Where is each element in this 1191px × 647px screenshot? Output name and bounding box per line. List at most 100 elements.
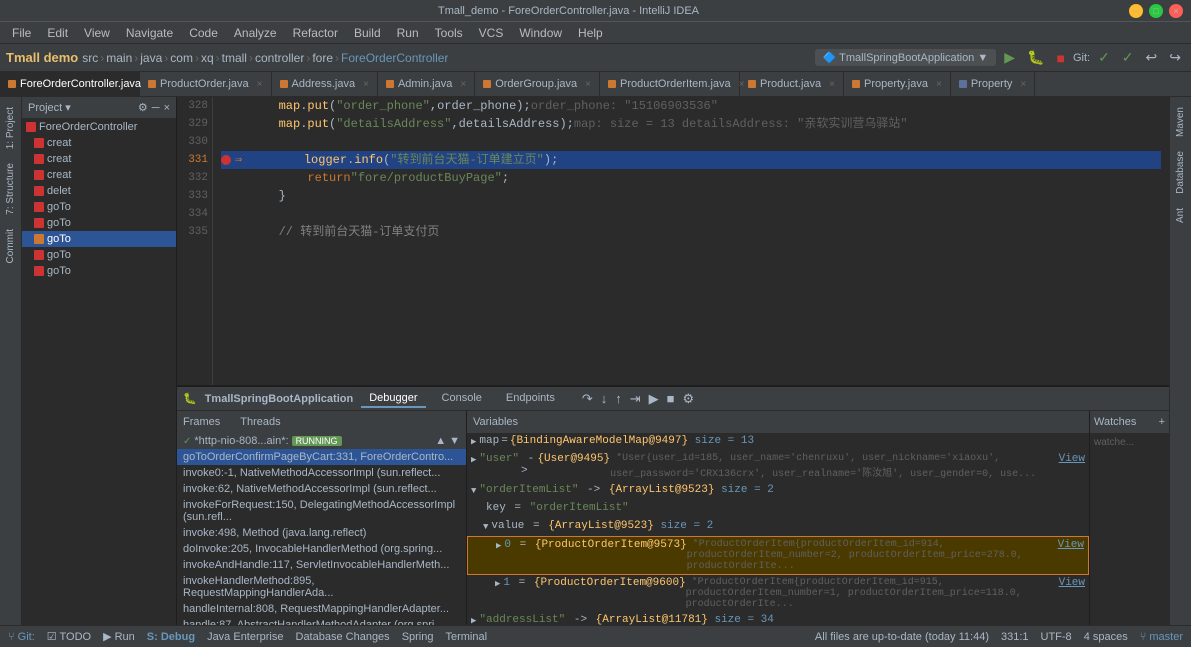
project-pin-icon[interactable]: ─	[152, 102, 160, 114]
menu-help[interactable]: Help	[570, 24, 611, 42]
bc-java[interactable]: java	[140, 51, 162, 65]
project-item-delete[interactable]: delet	[22, 183, 176, 199]
sidebar-database[interactable]: Database	[1173, 145, 1188, 200]
project-item-foreordercontroller[interactable]: ForeOrderController	[22, 119, 176, 135]
var-item1[interactable]: 1 = {ProductOrderItem@9600} *ProductOrde…	[467, 575, 1089, 612]
tab-close-addr[interactable]: ×	[363, 79, 369, 90]
var-tri-val[interactable]	[483, 522, 488, 532]
debug-run-button[interactable]: 🐛	[1023, 47, 1048, 68]
bc-xq[interactable]: xq	[201, 51, 214, 65]
project-item-goto4[interactable]: goTo	[22, 247, 176, 263]
status-debug-btn[interactable]: S: Debug	[147, 631, 195, 643]
debug-run-to-cursor[interactable]: ⇥	[627, 390, 644, 408]
bc-tmall[interactable]: tmall	[222, 51, 247, 65]
bc-com[interactable]: com	[170, 51, 193, 65]
sidebar-structure[interactable]: 7: Structure	[3, 157, 18, 221]
status-todo[interactable]: ☑ TODO	[47, 630, 91, 643]
maximize-button[interactable]: □	[1149, 4, 1163, 18]
sidebar-commit[interactable]: Commit	[3, 223, 18, 269]
tab-close-prod[interactable]: ×	[829, 79, 835, 90]
git-x[interactable]: ✓	[1118, 47, 1138, 68]
tab-productorderitem[interactable]: ProductOrderItem.java ×	[600, 72, 740, 96]
tab-admin[interactable]: Admin.java ×	[378, 72, 475, 96]
menu-view[interactable]: View	[76, 24, 118, 42]
debug-resume[interactable]: ▶	[646, 390, 662, 408]
tab-productorder[interactable]: ProductOrder.java ×	[140, 72, 272, 96]
frame-handle808[interactable]: handleInternal:808, RequestMappingHandle…	[177, 601, 466, 617]
status-db-changes[interactable]: Database Changes	[296, 631, 390, 643]
debug-step-into[interactable]: ↓	[598, 390, 611, 408]
frame-invoke895[interactable]: invokeHandlerMethod:895, RequestMappingH…	[177, 573, 466, 601]
tab-property2[interactable]: Property ×	[951, 72, 1035, 96]
frame-invoke498[interactable]: invoke:498, Method (java.lang.reflect)	[177, 525, 466, 541]
menu-run[interactable]: Run	[389, 24, 427, 42]
var-item0[interactable]: 0 = {ProductOrderItem@9573} *ProductOrde…	[467, 536, 1089, 575]
var-item1-view[interactable]: View	[1059, 577, 1085, 589]
status-terminal[interactable]: Terminal	[445, 631, 487, 643]
stop-button[interactable]: ■	[1052, 48, 1068, 68]
project-item-create2[interactable]: creat	[22, 151, 176, 167]
run-config-label[interactable]: 🔷 TmallSpringBootApplication ▼	[815, 49, 997, 66]
var-tri-item1[interactable]	[495, 579, 500, 589]
git-push[interactable]: ↪	[1165, 47, 1185, 68]
menu-navigate[interactable]: Navigate	[118, 24, 181, 42]
frame-invoke0[interactable]: invoke0:-1, NativeMethodAccessorImpl (su…	[177, 465, 466, 481]
var-tri-al[interactable]	[471, 616, 476, 625]
var-user-view[interactable]: View	[1059, 453, 1085, 465]
bc-fore[interactable]: fore	[312, 51, 333, 65]
frame-invoke62[interactable]: invoke:62, NativeMethodAccessorImpl (sun…	[177, 481, 466, 497]
menu-tools[interactable]: Tools	[427, 24, 471, 42]
debug-tab-debugger[interactable]: Debugger	[361, 390, 425, 408]
tab-ordergroup[interactable]: OrderGroup.java ×	[475, 72, 600, 96]
sidebar-project[interactable]: 1: Project	[3, 101, 18, 155]
tab-close-po[interactable]: ×	[257, 79, 263, 90]
frame-goto-selected[interactable]: goToOrderConfirmPageByCart:331, ForeOrde…	[177, 449, 466, 465]
bc-current[interactable]: ForeOrderController	[341, 51, 448, 65]
bc-main[interactable]: main	[106, 51, 132, 65]
var-tri-item0[interactable]	[496, 541, 501, 551]
menu-vcs[interactable]: VCS	[471, 24, 512, 42]
sidebar-maven[interactable]: Maven	[1173, 101, 1188, 143]
debug-tab-console[interactable]: Console	[434, 390, 490, 408]
var-addresslist[interactable]: "addressList" -> {ArrayList@11781} size …	[467, 612, 1089, 625]
project-item-goto1[interactable]: goTo	[22, 199, 176, 215]
debug-step-over[interactable]: ↷	[579, 390, 596, 408]
project-settings-icon[interactable]: ⚙	[138, 101, 148, 114]
sidebar-ant[interactable]: Ant	[1173, 202, 1188, 229]
frame-main[interactable]: ✓ *http-nio-808...ain*: RUNNING ▲ ▼	[177, 433, 466, 449]
tab-close-og[interactable]: ×	[585, 79, 591, 90]
debug-tab-endpoints[interactable]: Endpoints	[498, 390, 563, 408]
frame-invoke150[interactable]: invokeForRequest:150, DelegatingMethodAc…	[177, 497, 466, 525]
bc-controller[interactable]: controller	[255, 51, 304, 65]
frame-nav-dn[interactable]: ▼	[449, 435, 460, 447]
var-key[interactable]: key = "orderItemList"	[467, 500, 1089, 518]
run-button[interactable]: ▶	[1000, 47, 1019, 68]
status-run[interactable]: ▶ Run	[103, 630, 135, 643]
menu-code[interactable]: Code	[181, 24, 226, 42]
project-item-goto2[interactable]: goTo	[22, 215, 176, 231]
menu-file[interactable]: File	[4, 24, 39, 42]
var-map[interactable]: map = {BindingAwareModelMap@9497} size =…	[467, 433, 1089, 451]
var-tri-oil[interactable]	[471, 486, 476, 496]
frame-do205[interactable]: doInvoke:205, InvocableHandlerMethod (or…	[177, 541, 466, 557]
frame-invoke117[interactable]: invokeAndHandle:117, ServletInvocableHan…	[177, 557, 466, 573]
menu-edit[interactable]: Edit	[39, 24, 76, 42]
frame-handle87[interactable]: handle:87, AbstractHandlerMethodAdapter …	[177, 617, 466, 625]
menu-analyze[interactable]: Analyze	[226, 24, 285, 42]
close-button[interactable]: ×	[1169, 4, 1183, 18]
tab-property[interactable]: Property.java ×	[844, 72, 951, 96]
debug-stop[interactable]: ■	[664, 390, 678, 408]
watches-add[interactable]: +	[1159, 416, 1165, 428]
frame-nav-up[interactable]: ▲	[435, 435, 446, 447]
project-item-goto3[interactable]: goTo	[22, 231, 176, 247]
var-tri-map[interactable]	[471, 437, 476, 447]
status-git[interactable]: ⑂ Git:	[8, 631, 35, 643]
project-item-goto5[interactable]: goTo	[22, 263, 176, 279]
minimize-button[interactable]: ─	[1129, 4, 1143, 18]
menu-build[interactable]: Build	[346, 24, 389, 42]
project-item-create1[interactable]: creat	[22, 135, 176, 151]
tab-close-admin[interactable]: ×	[460, 79, 466, 90]
var-value[interactable]: value = {ArrayList@9523} size = 2	[467, 518, 1089, 536]
menu-window[interactable]: Window	[511, 24, 570, 42]
var-item0-view[interactable]: View	[1058, 539, 1084, 551]
